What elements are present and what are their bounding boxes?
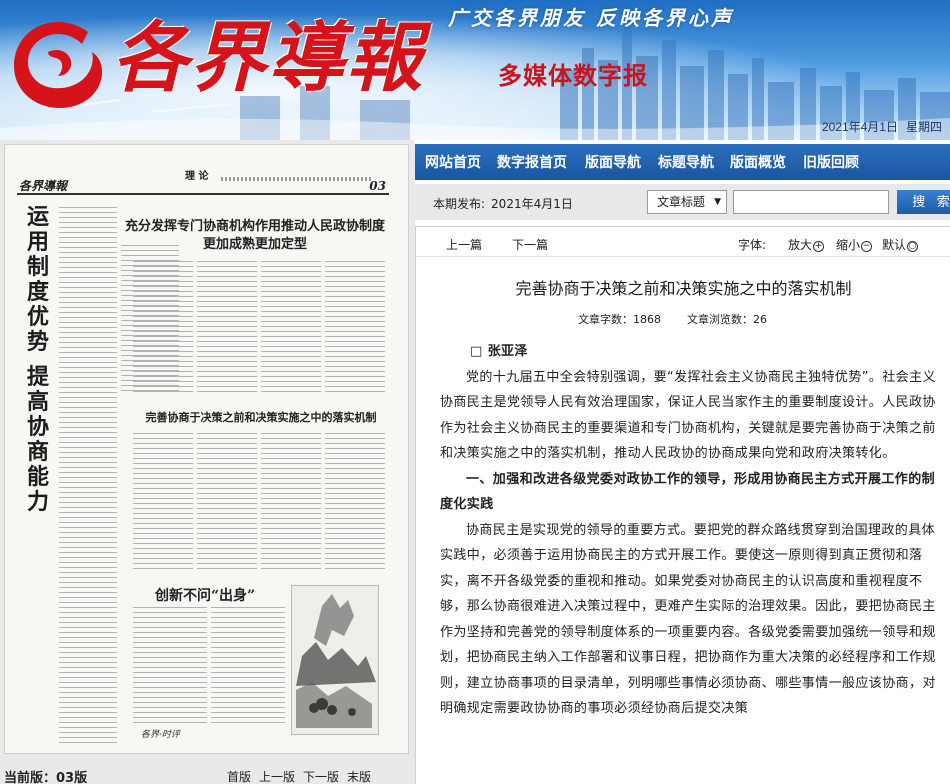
page-headline-2[interactable]: 完善协商于决策之前和决策实施之中的落实机制	[131, 411, 391, 425]
article-author: □ 张亚泽	[470, 344, 528, 359]
issue-release-date: 2021年4月1日	[491, 197, 573, 211]
issue-date-line: 2021年4月1日 星期四	[814, 118, 942, 135]
current-page-label: 当前版：03版	[4, 771, 88, 784]
issue-weekday: 星期四	[905, 120, 942, 134]
page-section-name: 理 论	[185, 171, 209, 182]
search-button[interactable]: 搜 索	[897, 190, 950, 214]
issue-date: 2021年4月1日	[821, 120, 898, 134]
newspaper-page-thumbnail[interactable]: 理 论 各界導報 03 运用制度优势 提高协商能力 充分发挥专门协商机构作用推动…	[4, 144, 409, 754]
column-stamp: 各界·时评	[141, 730, 180, 740]
landscape-painting-image	[291, 585, 379, 735]
article-body: □ 张亚泽 党的十九届五中全会特别强调，要“发挥社会主义协商民主独特优势”。社会…	[440, 339, 944, 722]
newspaper-page-panel: 理 论 各界導報 03 运用制度优势 提高协商能力 充分发挥专门协商机构作用推动…	[0, 140, 415, 784]
article-content: 上一篇 下一篇 字体: 放大 + 缩小 − 默认 ○ 完善协商于决策之前和决策实施之中…	[415, 226, 950, 784]
font-default-button[interactable]: 默认 ○	[882, 236, 919, 253]
nav-page-navigation[interactable]: 版面导航	[585, 152, 641, 172]
article-title: 完善协商于决策之前和决策实施之中的落实机制	[515, 279, 852, 298]
article-word-count: 文章字数：1868	[578, 313, 661, 326]
next-page-link[interactable]: 下一版	[303, 770, 339, 784]
reset-circle-icon: ○	[907, 241, 919, 252]
chevron-down-icon: ▼	[714, 197, 721, 207]
main-nav: 网站首页 数字报首页 版面导航 标题导航 版面概览 旧版回顾	[415, 144, 950, 180]
first-page-link[interactable]: 首版	[227, 770, 251, 784]
search-field-select[interactable]: 文章标题 ▼	[647, 190, 727, 214]
masthead-banner: 各界導報 广交各界朋友 反映各界心声 多媒体数字报 2021年4月1日 星期四	[0, 0, 950, 140]
article-subheading: 一、加强和改进各级党委对政协工作的领导，形成用协商民主方式开展工作的制度化实践	[440, 471, 936, 513]
article-toolbar: 上一篇 下一篇 字体: 放大 + 缩小 − 默认 ○	[416, 227, 950, 257]
article-panel: 网站首页 数字报首页 版面导航 标题导航 版面概览 旧版回顾 本期发布: 2021…	[415, 140, 950, 784]
nav-archive[interactable]: 旧版回顾	[803, 152, 859, 172]
prev-article-link[interactable]: 上一篇	[446, 236, 482, 253]
nav-page-overview[interactable]: 版面概览	[730, 152, 786, 172]
page-footer: 当前版：03版 首版 上一版 下一版 末版	[0, 758, 415, 784]
font-shrink-button[interactable]: 缩小 −	[836, 236, 873, 253]
prev-page-link[interactable]: 上一版	[259, 770, 295, 784]
newspaper-logo-icon	[14, 22, 102, 108]
page-pager: 首版 上一版 下一版 末版	[219, 768, 371, 784]
plus-circle-icon: +	[813, 241, 825, 252]
next-article-link[interactable]: 下一篇	[512, 236, 548, 253]
page-brand: 各界導報	[19, 179, 68, 193]
nav-site-home[interactable]: 网站首页	[425, 152, 481, 172]
page-headline-3[interactable]: 创新不问“出身”	[155, 585, 255, 605]
minus-circle-icon: −	[861, 241, 873, 252]
issue-release: 本期发布: 2021年4月1日	[433, 197, 573, 211]
page-root: 各界導報 广交各界朋友 反映各界心声 多媒体数字报 2021年4月1日 星期四 理…	[0, 0, 950, 784]
last-page-link[interactable]: 末版	[347, 770, 371, 784]
page-headline-1[interactable]: 充分发挥专门协商机构作用推动人民政协制度更加成熟更加定型	[125, 218, 385, 254]
search-bar: 本期发布: 2021年4月1日 文章标题 ▼ 搜 索	[415, 184, 950, 220]
column-text-block	[59, 207, 117, 747]
nav-epaper-home[interactable]: 数字报首页	[497, 152, 567, 172]
nav-title-navigation[interactable]: 标题导航	[658, 152, 714, 172]
article-paragraph: 协商民主是实现党的领导的重要方式。要把党的群众路线贯穿到治国理政的具体实践中，必…	[440, 522, 936, 717]
article-view-count: 文章浏览数：26	[687, 313, 767, 326]
article-paragraph: 党的十九届五中全会特别强调，要“发挥社会主义协商民主独特优势”。社会主义协商民主…	[440, 369, 936, 462]
masthead-subtitle: 多媒体数字报	[498, 61, 648, 90]
search-input[interactable]	[733, 190, 889, 214]
page-number: 03	[369, 179, 386, 193]
article-stats: 文章字数：1868 文章浏览数：26	[578, 311, 767, 327]
masthead-title: 各界導報	[112, 13, 424, 102]
font-size-label: 字体:	[738, 238, 767, 252]
font-enlarge-button[interactable]: 放大 +	[788, 236, 825, 253]
masthead-slogan: 广交各界朋友 反映各界心声	[448, 6, 734, 30]
vertical-headline[interactable]: 运用制度优势 提高协商能力	[27, 205, 51, 515]
